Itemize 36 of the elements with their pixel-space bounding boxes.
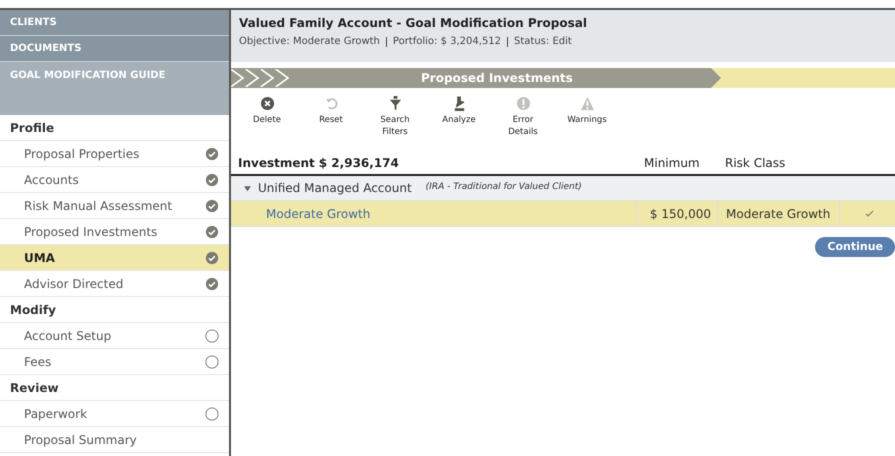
meta-text: Objective: Moderate Growth — [239, 35, 380, 49]
column-header: Investment — [238, 155, 315, 172]
section-heading: Profile — [0, 115, 229, 141]
step-item[interactable]: Paperwork — [0, 401, 229, 427]
step-item[interactable]: Risk Manual Assessment — [0, 193, 229, 219]
warning-icon — [580, 96, 594, 111]
meta-text: Portfolio: $ 3,204,512 — [392, 35, 502, 49]
step-item[interactable]: Advisor Directed — [0, 271, 229, 297]
page-title: Valued Family Account - Goal Modification Proposal — [239, 15, 588, 32]
toolbar-button[interactable]: Search Filters — [363, 96, 427, 138]
column-header: Minimum — [643, 155, 701, 172]
table-cell: $ 150,000 — [636, 201, 717, 226]
section-heading: Review — [0, 375, 229, 401]
triangle-icon[interactable] — [243, 184, 252, 192]
exclamation-icon — [516, 96, 530, 111]
section-heading: Modify — [0, 297, 229, 323]
banner-title: Proposed Investments — [421, 70, 573, 87]
undo-icon — [324, 96, 338, 111]
funnel-icon — [388, 96, 402, 111]
delete-icon — [260, 96, 274, 111]
step-item[interactable]: Accounts — [0, 167, 229, 193]
step-item[interactable]: Proposal Summary — [0, 427, 229, 453]
step-item[interactable]: Fees — [0, 349, 229, 375]
toolbar-button[interactable]: Delete — [235, 96, 299, 126]
meta-text: Status: Edit — [514, 35, 572, 49]
continue-button[interactable]: Continue — [815, 237, 895, 257]
investment-total: $ 2,936,174 — [318, 155, 399, 172]
group-row[interactable]: Unified Managed Account (IRA - Traditional for Valued Client) — [231, 176, 895, 201]
investment-link[interactable]: Moderate Growth — [231, 204, 636, 222]
step-item[interactable]: Account Setup — [0, 323, 229, 349]
column-header: Risk Class — [724, 155, 786, 172]
chevrons-icon — [231, 68, 291, 88]
table-cell: Moderate Growth — [717, 201, 839, 226]
step-item[interactable]: Proposal Properties — [0, 141, 229, 167]
toolbar-button[interactable]: Analyze — [427, 96, 491, 126]
step-item[interactable]: UMA — [0, 245, 229, 271]
